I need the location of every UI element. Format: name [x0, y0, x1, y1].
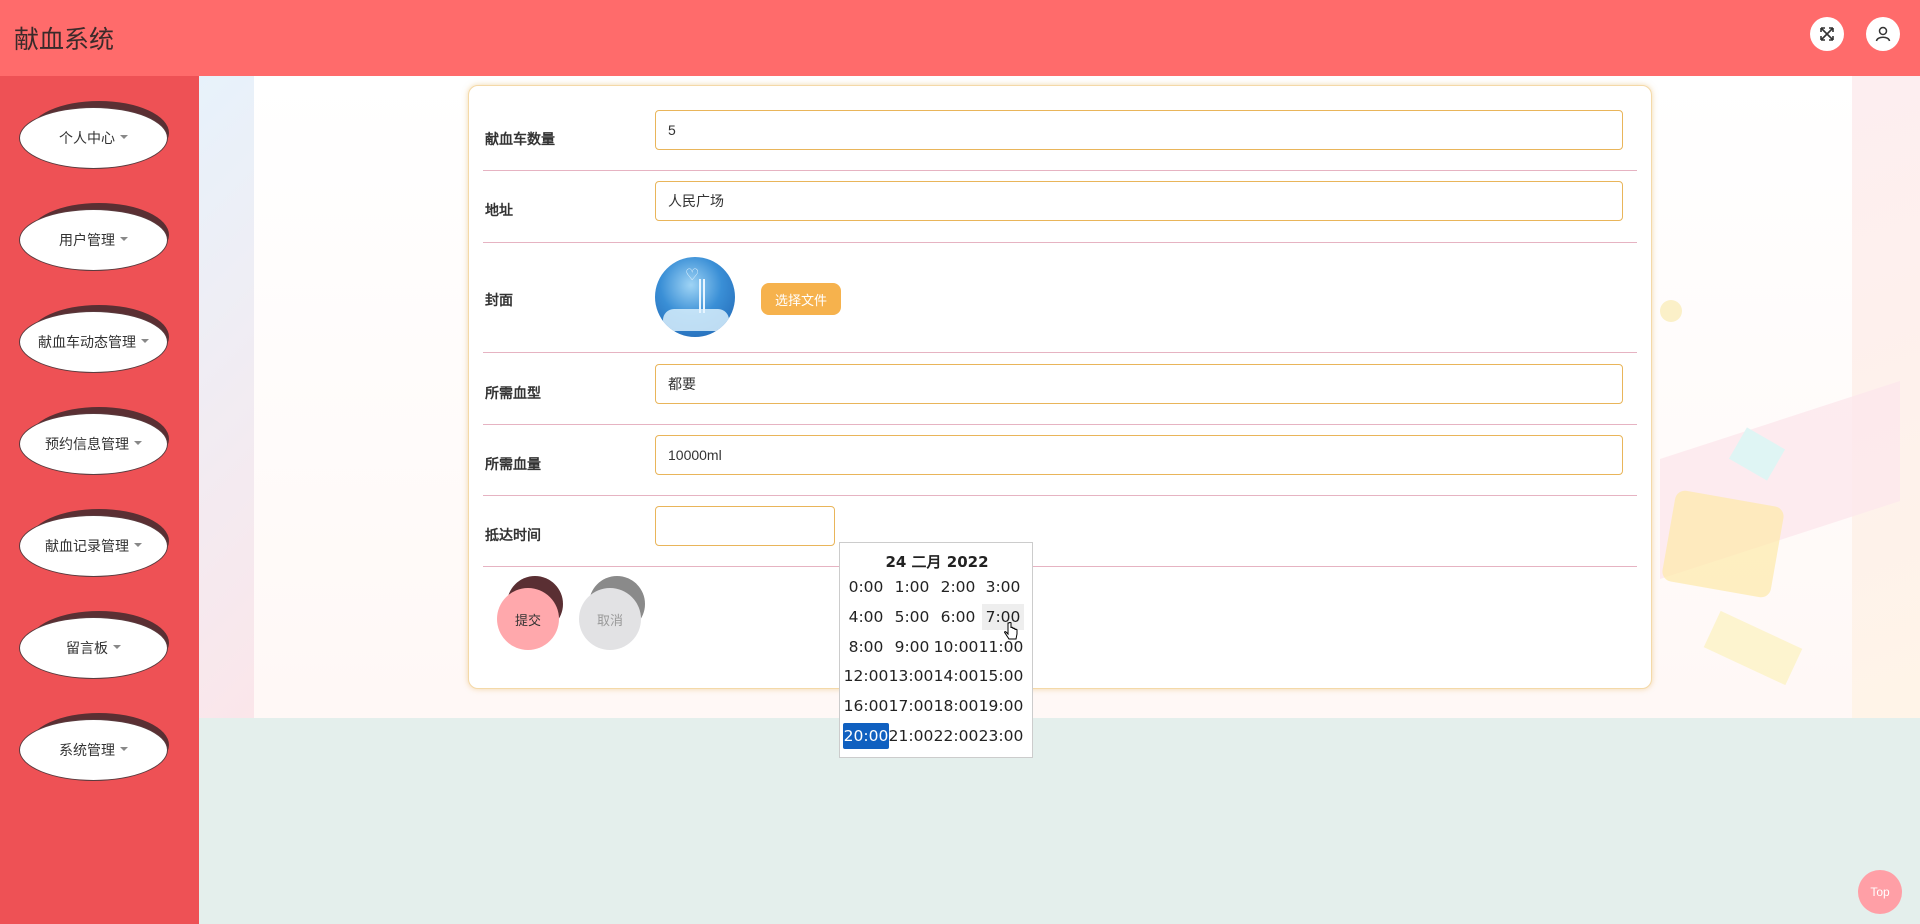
caret-down-icon [120, 135, 128, 139]
cover-image: ♡ [655, 257, 735, 337]
caret-down-icon [120, 747, 128, 751]
form-row-address: 地址 人民广场 [483, 171, 1637, 243]
form-row-blood-type: 所需血型 都要 [483, 353, 1637, 425]
form-row-blood-volume: 所需血量 10000ml [483, 425, 1637, 496]
top-header: 献血系统 [0, 0, 1920, 76]
hour-option[interactable]: 3:00 [982, 574, 1024, 600]
blood-type-input[interactable]: 都要 [655, 364, 1623, 404]
sidebar-item-user-management[interactable]: 用户管理 [19, 203, 169, 271]
sidebar: 个人中心 用户管理 献血车动态管理 预约信息管理 献血记录管理 留言板 系统管理 [0, 76, 199, 924]
field-label: 献血车数量 [485, 131, 555, 147]
blood-volume-input[interactable]: 10000ml [655, 435, 1623, 475]
hour-option[interactable]: 15:00 [978, 663, 1024, 689]
address-input[interactable]: 人民广场 [655, 181, 1623, 221]
user-button[interactable] [1866, 17, 1900, 51]
field-label: 地址 [485, 202, 513, 218]
sidebar-item-bloodmobile-management[interactable]: 献血车动态管理 [19, 305, 169, 373]
hour-option[interactable]: 10:00 [933, 634, 979, 660]
caret-down-icon [134, 441, 142, 445]
caret-down-icon [141, 339, 149, 343]
hour-option[interactable]: 12:00 [843, 663, 889, 689]
datetime-picker: 24 二月 2022 0:00 1:00 2:00 3:00 4:00 5:00 6:00 7… [839, 542, 1033, 758]
background-decoration [199, 76, 254, 718]
hour-option[interactable]: 4:00 [845, 604, 887, 630]
hour-option[interactable]: 16:00 [843, 693, 889, 719]
form-row-vehicle-count: 献血车数量 5 [483, 100, 1637, 171]
hour-option[interactable]: 17:00 [888, 693, 934, 719]
sidebar-item-appointment-management[interactable]: 预约信息管理 [19, 407, 169, 475]
user-icon [1875, 26, 1891, 42]
background-shape [1660, 489, 1786, 599]
hour-option[interactable]: 14:00 [933, 663, 979, 689]
cancel-button[interactable]: 取消 [579, 576, 645, 650]
fullscreen-button[interactable] [1810, 17, 1844, 51]
background-shape [1660, 300, 1682, 322]
hour-option[interactable]: 1:00 [891, 574, 933, 600]
field-label: 抵达时间 [485, 527, 541, 543]
form-row-arrival-time: 抵达时间 [483, 496, 1637, 567]
hour-option[interactable]: 13:00 [888, 663, 934, 689]
mouse-cursor-icon [1004, 622, 1018, 640]
caret-down-icon [113, 645, 121, 649]
sidebar-item-system-management[interactable]: 系统管理 [19, 713, 169, 781]
expand-icon [1820, 27, 1834, 41]
field-label: 所需血量 [485, 456, 541, 472]
form-row-cover: 封面 ♡ 选择文件 [483, 243, 1637, 353]
sidebar-item-personal-center[interactable]: 个人中心 [19, 101, 169, 169]
hour-option-selected[interactable]: 20:00 [843, 723, 889, 749]
caret-down-icon [120, 237, 128, 241]
sidebar-item-message-board[interactable]: 留言板 [19, 611, 169, 679]
hour-option[interactable]: 18:00 [933, 693, 979, 719]
hour-option[interactable]: 0:00 [845, 574, 887, 600]
choose-file-button[interactable]: 选择文件 [761, 283, 841, 315]
hour-option[interactable]: 5:00 [891, 604, 933, 630]
picker-date-title[interactable]: 24 二月 2022 [840, 551, 1034, 572]
hour-option[interactable]: 23:00 [978, 723, 1024, 749]
hour-option[interactable]: 6:00 [937, 604, 979, 630]
vehicle-count-input[interactable]: 5 [655, 110, 1623, 150]
field-label: 封面 [485, 292, 513, 308]
hour-option[interactable]: 21:00 [888, 723, 934, 749]
hour-option[interactable]: 9:00 [891, 634, 933, 660]
arrival-time-input[interactable] [655, 506, 835, 546]
submit-button[interactable]: 提交 [497, 576, 563, 650]
hour-option[interactable]: 8:00 [845, 634, 887, 660]
hour-option[interactable]: 22:00 [933, 723, 979, 749]
back-to-top-button[interactable]: Top [1858, 870, 1902, 914]
field-label: 所需血型 [485, 385, 541, 401]
sidebar-item-donation-records[interactable]: 献血记录管理 [19, 509, 169, 577]
app-title: 献血系统 [14, 26, 115, 54]
caret-down-icon [134, 543, 142, 547]
hour-option[interactable]: 2:00 [937, 574, 979, 600]
form-card: 献血车数量 5 地址 人民广场 封面 ♡ 选择文件 所需血型 都要 所需血量 1… [468, 85, 1652, 689]
hour-option[interactable]: 19:00 [978, 693, 1024, 719]
